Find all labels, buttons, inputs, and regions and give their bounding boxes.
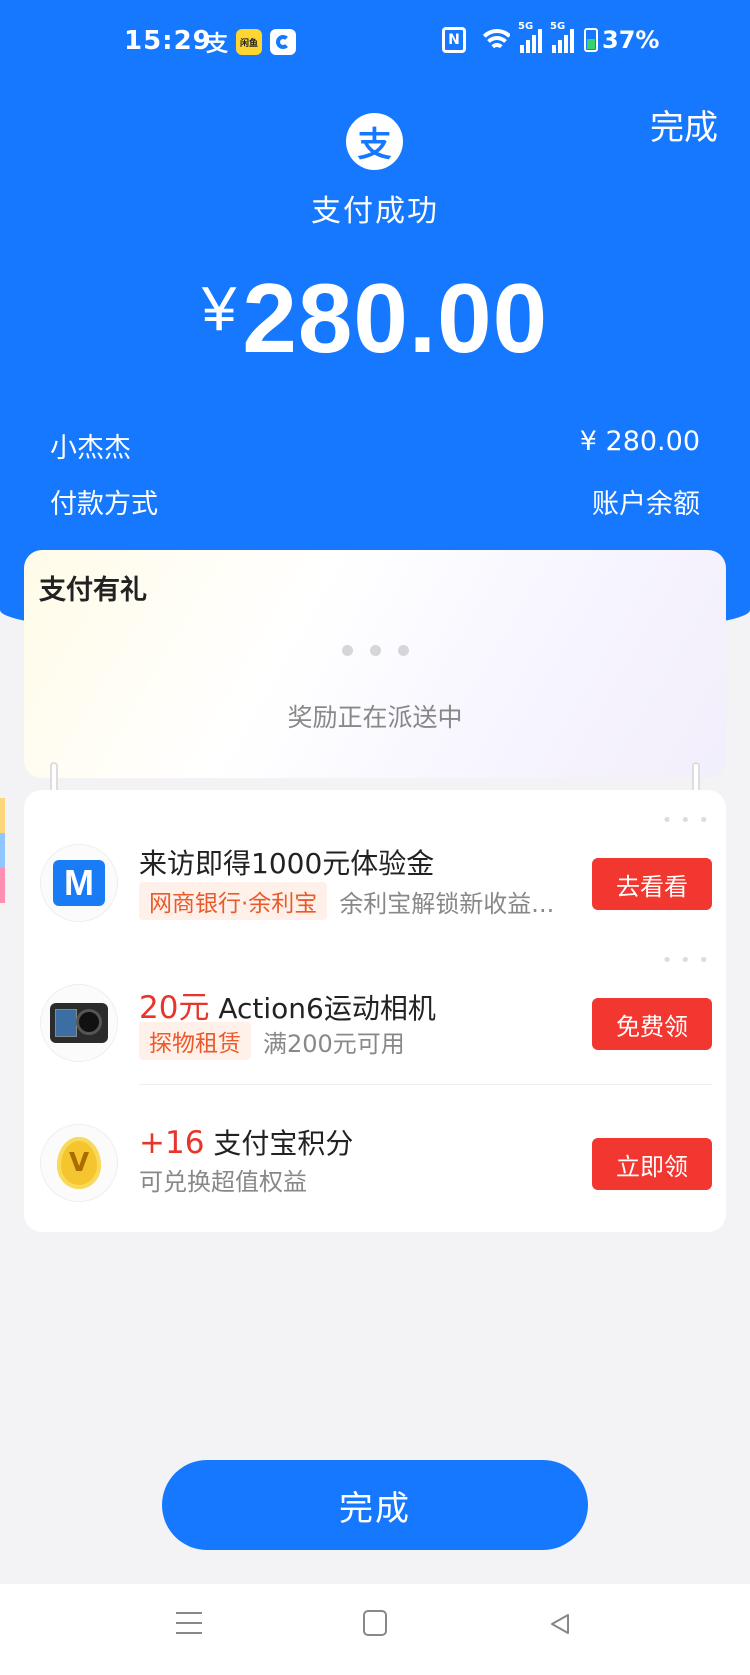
status-bar: 15:29 支 闲鱼 N 5G 5G 37%: [0, 21, 750, 62]
payment-method-row: 付款方式 账户余额: [50, 482, 700, 521]
points-coin-icon: V: [40, 1124, 118, 1202]
payment-success-title: 支付成功: [311, 194, 439, 229]
offer-desc: 满200元可用: [263, 1029, 405, 1058]
offer-subtitle: 可兑换超值权益: [139, 1162, 307, 1197]
done-top-button[interactable]: 完成: [650, 100, 718, 149]
battery-icon: [584, 28, 598, 52]
payment-amount: ¥280.00: [0, 262, 750, 375]
done-button[interactable]: 完成: [162, 1460, 588, 1550]
offer-title: +16 支付宝积分: [139, 1122, 353, 1162]
offer-subtitle: 网商银行·余利宝 余利宝解锁新收益...: [139, 882, 554, 920]
offer-title-text: Action6运动相机: [209, 992, 436, 1025]
notification-icons: 支 闲鱼: [206, 26, 297, 58]
wifi-icon: [476, 27, 510, 53]
offer-highlight: +16: [139, 1125, 205, 1161]
free-claim-button[interactable]: 免费领: [592, 998, 712, 1050]
system-nav-bar: [0, 1584, 750, 1675]
alipay-notification-icon: 支: [206, 32, 229, 57]
reward-status-message: 奖励正在派送中: [287, 703, 463, 732]
mybank-m-icon: M: [40, 844, 118, 922]
offer-title: 来访即得1000元体验金: [139, 847, 435, 880]
offer-desc: 余利宝解锁新收益...: [339, 889, 555, 918]
payee-row: 小杰杰 ¥ 280.00: [50, 426, 700, 465]
home-icon[interactable]: [363, 1610, 387, 1636]
loading-dots-icon: [342, 645, 409, 656]
system-icons: N 5G 5G 37%: [442, 21, 659, 54]
payment-method-value: 账户余额: [592, 489, 700, 520]
battery-indicator: 37%: [584, 26, 659, 54]
claim-now-button[interactable]: 立即领: [592, 1138, 712, 1190]
recent-apps-icon[interactable]: [176, 1610, 202, 1636]
offer-item-mybank[interactable]: • • • M 来访即得1000元体验金 网商银行·余利宝 余利宝解锁新收益..…: [24, 810, 726, 930]
more-options-icon[interactable]: • • •: [662, 810, 710, 831]
signal-icon-2: 5G: [550, 21, 574, 53]
offer-item-camera[interactable]: • • • 20元 Action6运动相机 探物租赁 满200元可用 免费领: [24, 950, 726, 1070]
action-camera-icon: [40, 984, 118, 1062]
offer-title: 20元 Action6运动相机: [139, 982, 436, 1027]
offer-item-points[interactable]: V +16 支付宝积分 可兑换超值权益 立即领: [24, 1100, 726, 1210]
offer-desc: 可兑换超值权益: [139, 1168, 307, 1196]
nfc-icon: N: [442, 27, 466, 53]
currency-symbol: ¥: [201, 275, 237, 344]
reward-card: 支付有礼 奖励正在派送中: [24, 550, 726, 778]
side-tab-blue: [0, 833, 5, 868]
alipay-logo-icon: 支: [346, 113, 403, 170]
payee-name: 小杰杰: [50, 433, 131, 464]
divider: [139, 1084, 712, 1085]
side-tab-pink: [0, 868, 5, 903]
status-time: 15:29: [124, 26, 212, 56]
offer-highlight: 20元: [139, 990, 210, 1026]
offer-tag: 探物租赁: [139, 1022, 251, 1060]
side-tab-yellow: [0, 798, 5, 833]
header: 15:29 支 闲鱼 N 5G 5G 37% 完成 支 支付成功 ¥280.00…: [0, 0, 750, 640]
signal-icon-1: 5G: [518, 21, 542, 53]
app-notification-icon: [270, 29, 297, 55]
xianyu-notification-icon: 闲鱼: [236, 29, 263, 55]
offers-card: • • • M 来访即得1000元体验金 网商银行·余利宝 余利宝解锁新收益..…: [24, 790, 726, 1232]
back-icon[interactable]: [548, 1612, 572, 1636]
offer-tag: 网商银行·余利宝: [139, 882, 328, 920]
reward-card-title: 支付有礼: [39, 575, 147, 606]
battery-percent: 37%: [602, 26, 660, 54]
go-see-button[interactable]: 去看看: [592, 858, 712, 910]
amount-value: 280.00: [242, 263, 549, 373]
more-options-icon[interactable]: • • •: [662, 950, 710, 971]
payment-method-label: 付款方式: [50, 489, 158, 520]
offer-title-text: 支付宝积分: [204, 1127, 354, 1160]
payee-amount: ¥ 280.00: [579, 426, 700, 457]
offer-subtitle: 探物租赁 满200元可用: [139, 1022, 405, 1060]
